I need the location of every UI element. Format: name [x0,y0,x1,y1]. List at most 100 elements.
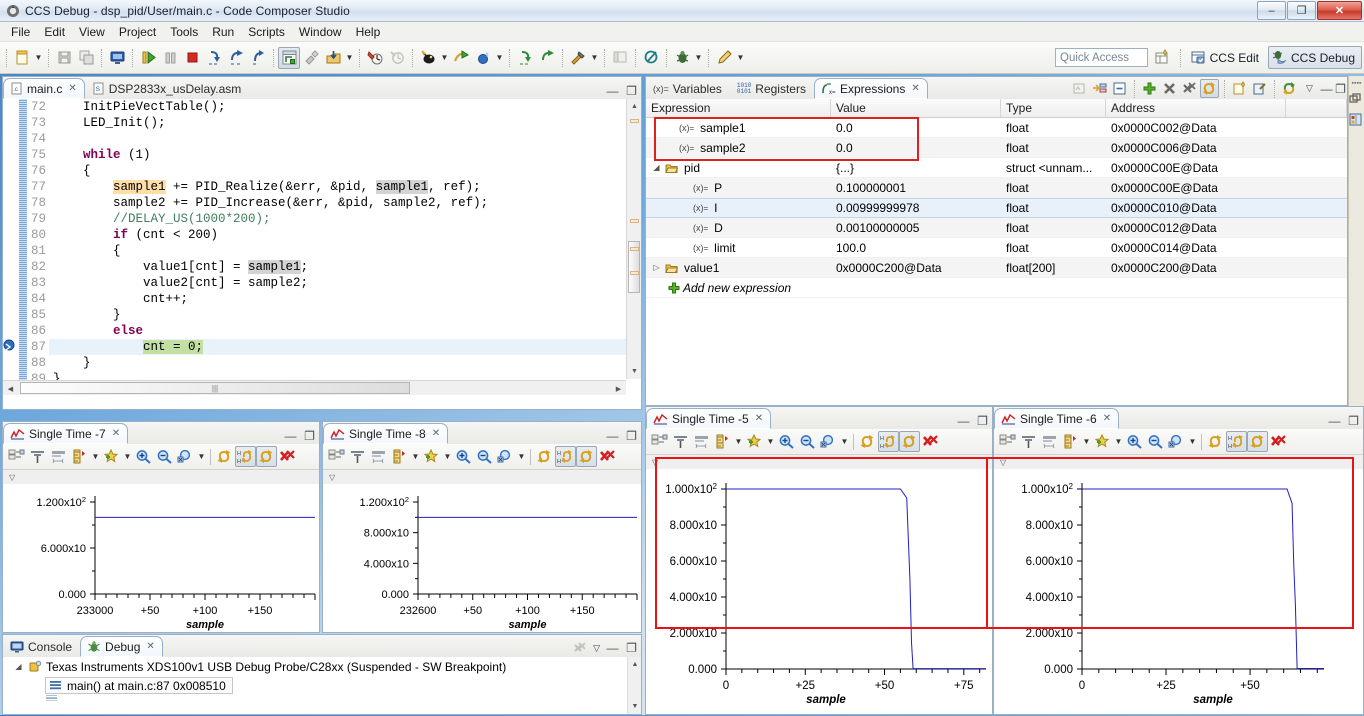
new-file-icon[interactable] [11,47,33,69]
measurement-marker-icon[interactable] [712,431,733,452]
debug-icon[interactable] [417,47,439,69]
menu-item-scripts[interactable]: Scripts [241,23,292,41]
step-over-icon[interactable] [225,47,247,69]
menu-item-tools[interactable]: Tools [163,23,205,41]
expr-cell-expression[interactable]: ▷value1 [646,261,831,275]
collapse-all-icon[interactable] [1110,79,1129,98]
debug-stack-frame-row[interactable]: main() at main.c:87 0x008510 [3,676,641,695]
pen-icon[interactable] [713,47,735,69]
menu-item-window[interactable]: Window [292,23,349,41]
view-menu-icon[interactable]: ▽ [593,643,600,654]
expr-cell-expression[interactable]: (x)=limit [646,241,831,255]
expr-cell-value[interactable]: 0x0000C200@Data [831,261,1001,275]
editor-code-line[interactable]: while (1) [49,147,641,163]
expr-cell-value[interactable]: 100.0 [831,241,1001,255]
tab-close-icon[interactable]: ✕ [68,83,76,94]
profile-icon[interactable] [364,47,386,69]
measurement-marker-icon[interactable] [69,446,90,467]
editor-code-line[interactable]: sample2 += PID_Increase(&err, &pid, samp… [49,195,641,211]
add-new-expression-row[interactable]: Add new expression [646,278,1347,298]
graph5-maximize-button[interactable]: ❐ [976,414,989,427]
restore-button[interactable]: ❐ [1287,1,1316,20]
continuous-refresh-h-icon[interactable]: HH [555,446,576,467]
tab-registers[interactable]: 10100101 Registers [730,78,814,99]
editor-code-line[interactable]: cnt = 0; [49,339,641,355]
new-file-dropdown-icon[interactable]: ▼ [33,47,44,69]
step-return-icon[interactable] [247,47,269,69]
editor-code-line[interactable]: //DELAY_US(1000*200); [49,211,641,227]
new-watch-icon[interactable] [1230,79,1249,98]
expr-cell-value[interactable]: 0.00999999978 [831,201,1001,215]
add-reference-icon[interactable] [421,446,442,467]
editor-code-line[interactable]: if (cnt < 200) [49,227,641,243]
zoom-out-icon[interactable] [1145,431,1166,452]
add-reference-icon[interactable] [101,446,122,467]
graph-properties-icon[interactable] [997,431,1018,452]
scroll-right-arrow-icon[interactable]: ▶ [611,381,626,396]
zoom-in-icon[interactable] [133,446,154,467]
graph8-canvas[interactable]: ▽ 1.200x1028.000x104.000x100.000232600+5… [323,470,641,632]
table-row[interactable]: (x)=limit100.0float0x0000C014@Data [646,238,1347,258]
graph7-minimize-button[interactable]: — [284,429,297,442]
menu-item-run[interactable]: Run [205,23,241,41]
expr-cell-expression[interactable]: (x)=sample1 [646,121,831,135]
expr-cell-expression[interactable]: (x)=D [646,221,831,235]
tab-debug[interactable]: Debug ✕ [80,636,163,657]
editor-code-area[interactable]: InitPieVectTable(); LED_Init(); while (1… [49,99,641,409]
tab-close-icon[interactable]: ✕ [1103,413,1111,424]
add-reference-dropdown-icon[interactable]: ▼ [122,446,133,467]
add-new-expression-cell[interactable]: Add new expression [646,281,831,295]
expr-cell-value[interactable]: 0.0 [831,121,1001,135]
zoom-in-icon[interactable] [1124,431,1145,452]
load-program-icon[interactable] [322,47,344,69]
zoom-reset-icon[interactable] [495,446,516,467]
add-expression-icon[interactable] [668,282,680,294]
continuous-refresh-icon[interactable] [576,446,597,467]
editor-code-line[interactable]: LED_Init(); [49,115,641,131]
editor-minimize-button[interactable]: — [606,84,619,97]
table-row[interactable]: (x)=sample20.0float0x0000C006@Data [646,138,1347,158]
graph6-collapse-strip[interactable]: ▽ [994,455,1363,469]
measurement-marker-icon[interactable] [389,446,410,467]
terminate-icon[interactable] [181,47,203,69]
graph7-canvas[interactable]: ▽ 1.200x1026.000x100.000233000+50+100+15… [3,470,319,632]
graph-properties-icon[interactable] [649,431,670,452]
graph8-collapse-strip[interactable]: ▽ [323,470,641,484]
graph5-canvas[interactable]: ▽ 1.000x1028.000x106.000x104.000x102.000… [646,455,992,714]
align-center-icon[interactable] [27,446,48,467]
search-icon[interactable] [640,47,662,69]
remove-all-expressions-icon[interactable] [1180,79,1199,98]
align-center-icon[interactable] [1018,431,1039,452]
expr-column-header-expression[interactable]: Expression [646,99,831,117]
debug-dropdown-icon[interactable]: ▼ [439,47,450,69]
tab-close-icon[interactable]: ✕ [911,83,919,94]
build-dropdown-icon[interactable]: ▼ [589,47,600,69]
tab-close-icon[interactable]: ✕ [146,641,154,652]
scroll-down-arrow-icon[interactable]: ▼ [628,699,642,714]
show-details-icon[interactable] [1090,79,1109,98]
scroll-up-arrow-icon[interactable]: ▲ [628,657,642,672]
zoom-out-icon[interactable] [797,431,818,452]
close-button[interactable]: ✕ [1317,1,1362,20]
zoom-in-icon[interactable] [453,446,474,467]
build-icon[interactable] [567,47,589,69]
load-program-dropdown-icon[interactable]: ▼ [344,47,355,69]
zoom-reset-icon[interactable] [1166,431,1187,452]
measurement-dropdown-icon[interactable]: ▼ [1081,431,1092,452]
memory-browser-icon[interactable] [1349,113,1364,126]
menu-item-project[interactable]: Project [112,23,163,41]
tab-close-icon[interactable]: ✕ [755,413,763,424]
pen-dropdown-icon[interactable]: ▼ [735,47,746,69]
data-display-icon[interactable] [691,431,712,452]
expr-cell-value[interactable]: 0.0 [831,141,1001,155]
refresh-icon[interactable] [1280,79,1299,98]
expand-twisty-icon[interactable]: ▷ [651,263,662,272]
prev-annotation-icon[interactable] [536,47,558,69]
zoom-reset-icon[interactable] [818,431,839,452]
data-display-icon[interactable] [48,446,69,467]
scroll-up-arrow-icon[interactable]: ▲ [627,99,642,114]
table-row[interactable]: ▷value10x0000C200@Datafloat[200]0x0000C2… [646,258,1347,278]
add-reference-dropdown-icon[interactable]: ▼ [765,431,776,452]
tab-variables[interactable]: (x)= Variables [646,78,730,99]
graph6-minimize-button[interactable]: — [1328,414,1341,427]
